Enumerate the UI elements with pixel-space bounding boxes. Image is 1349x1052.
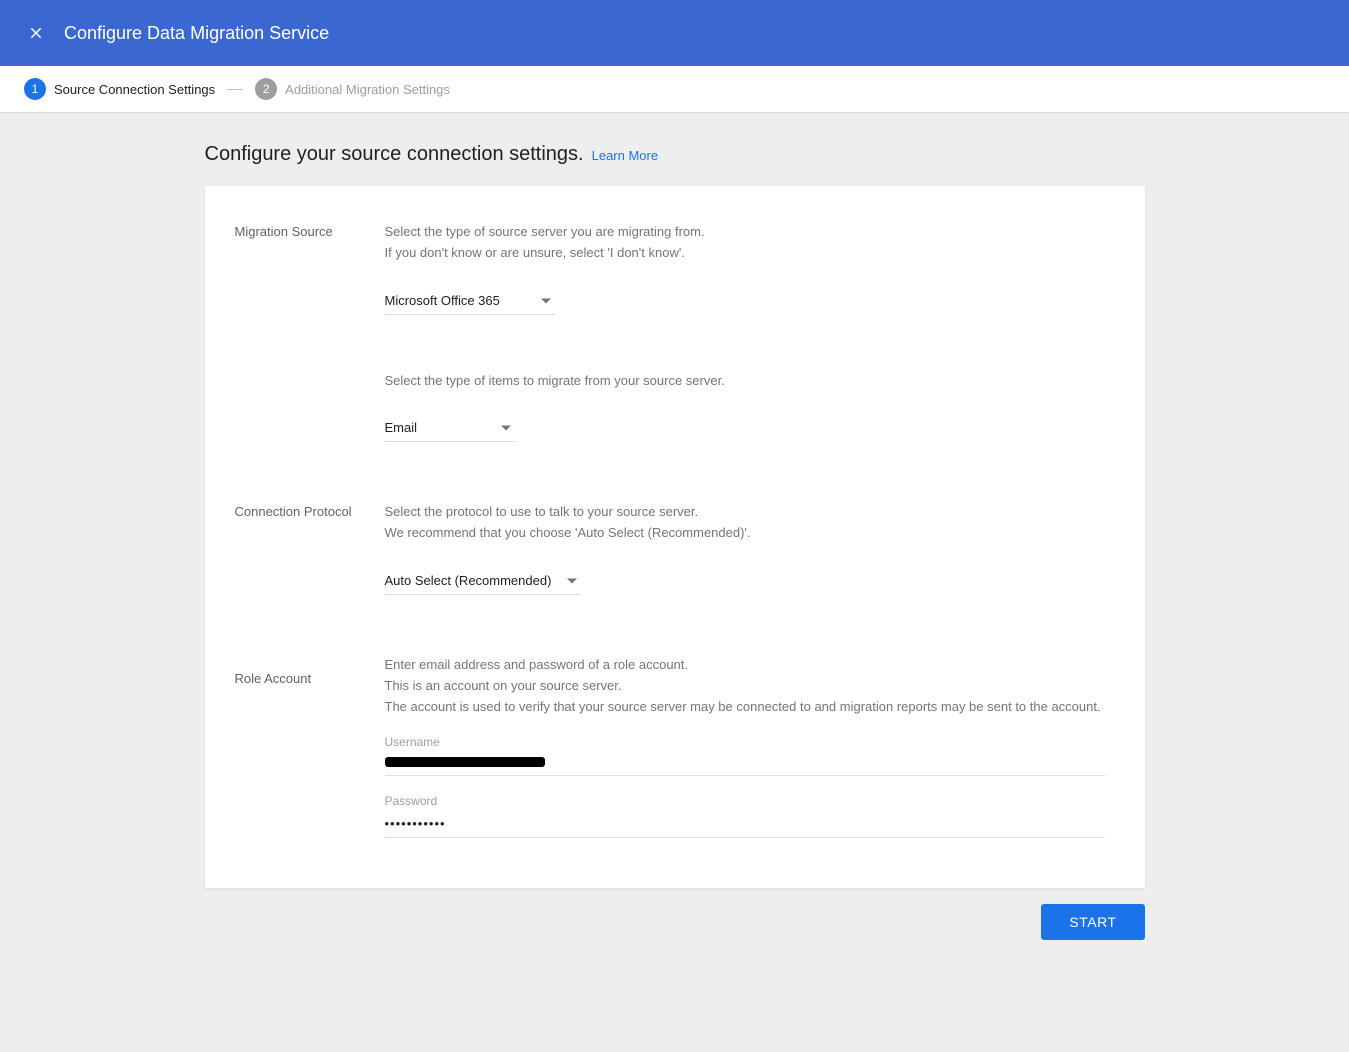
- items-select[interactable]: Email: [385, 415, 515, 442]
- section-migration-source: Migration Source Select the type of sour…: [235, 222, 1115, 442]
- section-connection-protocol: Connection Protocol Select the protocol …: [235, 502, 1115, 595]
- page-heading: Configure your source connection setting…: [205, 143, 584, 166]
- app-header: Configure Data Migration Service: [0, 0, 1349, 66]
- chevron-down-icon: [501, 426, 511, 431]
- chevron-down-icon: [567, 578, 577, 583]
- step-1[interactable]: 1 Source Connection Settings: [24, 78, 215, 100]
- stepper: 1 Source Connection Settings 2 Additiona…: [0, 66, 1349, 113]
- chevron-down-icon: [541, 298, 551, 303]
- role-account-help3: The account is used to verify that your …: [385, 697, 1115, 718]
- step-2-number: 2: [255, 78, 277, 100]
- step-2-label: Additional Migration Settings: [285, 82, 450, 97]
- header-title: Configure Data Migration Service: [64, 23, 329, 44]
- connection-protocol-value: Auto Select (Recommended): [385, 573, 552, 588]
- migration-source-select[interactable]: Microsoft Office 365: [385, 288, 555, 315]
- start-button[interactable]: START: [1041, 904, 1144, 940]
- password-input[interactable]: •••••••••••: [385, 812, 1105, 838]
- username-value-redacted: [385, 757, 545, 767]
- role-account-help2: This is an account on your source server…: [385, 676, 1115, 697]
- role-account-help1: Enter email address and password of a ro…: [385, 655, 1115, 676]
- connection-protocol-label: Connection Protocol: [235, 502, 385, 595]
- migration-source-help2: If you don't know or are unsure, select …: [385, 243, 1115, 264]
- connection-protocol-help1: Select the protocol to use to talk to yo…: [385, 502, 1115, 523]
- settings-card: Migration Source Select the type of sour…: [205, 186, 1145, 888]
- migration-source-help1: Select the type of source server you are…: [385, 222, 1115, 243]
- connection-protocol-help2: We recommend that you choose 'Auto Selec…: [385, 523, 1115, 544]
- step-1-number: 1: [24, 78, 46, 100]
- username-label: Username: [385, 735, 1115, 749]
- password-label: Password: [385, 794, 1115, 808]
- step-2[interactable]: 2 Additional Migration Settings: [255, 78, 450, 100]
- connection-protocol-select[interactable]: Auto Select (Recommended): [385, 568, 582, 595]
- page-heading-row: Configure your source connection setting…: [205, 143, 1145, 166]
- step-1-label: Source Connection Settings: [54, 82, 215, 97]
- username-input[interactable]: [385, 753, 1105, 776]
- step-divider: [227, 89, 243, 90]
- footer: START: [205, 904, 1145, 940]
- items-help: Select the type of items to migrate from…: [385, 371, 1115, 392]
- role-account-label: Role Account: [235, 655, 385, 838]
- items-value: Email: [385, 420, 418, 435]
- close-icon[interactable]: [16, 13, 56, 53]
- migration-source-value: Microsoft Office 365: [385, 293, 500, 308]
- section-role-account: Role Account Enter email address and pas…: [235, 655, 1115, 838]
- migration-source-label: Migration Source: [235, 222, 385, 442]
- learn-more-link[interactable]: Learn More: [592, 148, 658, 163]
